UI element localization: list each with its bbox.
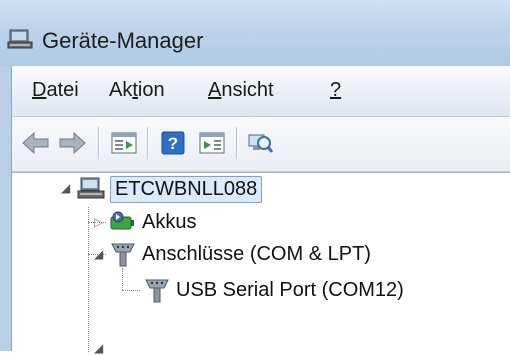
forward-icon	[59, 131, 86, 155]
tree-line	[88, 207, 89, 352]
menu-action[interactable]: Aktion	[109, 79, 165, 102]
toolbar-separator	[98, 127, 99, 159]
expand-arrow-expanded[interactable]: ◢	[94, 247, 103, 261]
port-connector-icon	[145, 279, 169, 303]
properties-view-button[interactable]	[108, 128, 140, 158]
window-frame: Datei Aktion Ansicht ? ? ◢ ETCWBNLL088 ▷…	[0, 66, 510, 355]
expand-arrow-expanded[interactable]: ◢	[61, 181, 70, 195]
tree-item-ports[interactable]: Anschlüsse (COM & LPT)	[108, 238, 371, 270]
computer-icon	[77, 177, 105, 199]
tree-line	[122, 290, 140, 291]
properties-view-icon	[111, 132, 137, 154]
help-icon: ?	[161, 131, 185, 155]
title-bar: Geräte-Manager	[0, 0, 510, 66]
menu-action-rest: ion	[137, 79, 165, 101]
menu-file-mnemonic: D	[32, 79, 47, 101]
tree-line	[122, 268, 123, 290]
tree-item-label: Akkus	[142, 210, 197, 233]
menu-file-rest: atei	[46, 79, 79, 101]
svg-text:?: ?	[168, 134, 178, 153]
tree-root-label: ETCWBNLL088	[110, 175, 263, 203]
forward-button[interactable]	[56, 128, 88, 158]
expand-arrow-collapsed[interactable]: ▷	[94, 215, 103, 229]
menu-action-pre: Ak	[109, 79, 133, 101]
toolbar-separator	[236, 127, 237, 159]
battery-icon	[110, 211, 134, 230]
window-client: Datei Aktion Ansicht ? ? ◢ ETCWBNLL088 ▷…	[11, 66, 510, 355]
menu-help-mnemonic: ?	[330, 79, 342, 101]
menu-view-mnemonic: A	[208, 79, 222, 101]
toolbar-separator	[147, 127, 148, 159]
tree-item-label: Anschlüsse (COM & LPT)	[142, 242, 371, 265]
menu-file[interactable]: Datei	[32, 79, 79, 102]
back-icon	[22, 131, 49, 155]
console-tree-icon	[199, 132, 225, 154]
tree-item-label: USB Serial Port (COM12)	[176, 278, 404, 301]
scan-hardware-button[interactable]	[244, 128, 276, 158]
device-tree[interactable]: ◢ ETCWBNLL088 ▷ Akkus ◢ Anschlüsse (COM …	[12, 172, 510, 355]
menu-view-rest: nsicht	[221, 79, 274, 101]
tree-item-akkus[interactable]: Akkus	[108, 206, 196, 238]
window-title: Geräte-Manager	[42, 28, 204, 53]
scan-hardware-icon	[248, 134, 273, 153]
help-button[interactable]: ?	[157, 128, 189, 158]
console-tree-button[interactable]	[196, 128, 228, 158]
toolbar: ?	[12, 117, 510, 172]
back-button[interactable]	[20, 128, 52, 158]
tree-item-usb-serial-port[interactable]: USB Serial Port (COM12)	[142, 274, 404, 306]
tree-root[interactable]: ETCWBNLL088	[76, 173, 263, 205]
menu-view[interactable]: Ansicht	[208, 79, 274, 102]
menu-help[interactable]: ?	[330, 79, 341, 102]
menu-bar: Datei Aktion Ansicht ?	[12, 66, 510, 117]
expand-arrow-expanded[interactable]: ◢	[94, 341, 103, 355]
port-connector-icon	[111, 243, 135, 267]
device-manager-icon	[7, 29, 33, 49]
